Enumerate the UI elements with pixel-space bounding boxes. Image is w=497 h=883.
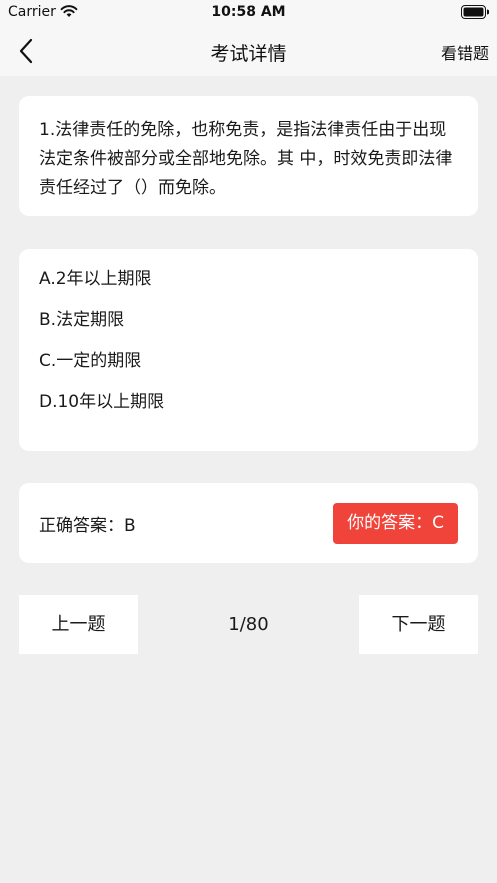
navigation-bar: 考试详情 看错题 xyxy=(0,26,497,76)
option-a[interactable]: A.2年以上期限 xyxy=(39,267,458,291)
battery-icon xyxy=(461,5,489,19)
answer-card: 正确答案：B 你的答案：C xyxy=(19,483,478,563)
next-question-button[interactable]: 下一题 xyxy=(359,595,478,654)
question-text: 1.法律责任的免除，也称免责，是指法律责任由于出现法定条件被部分或全部地免除。其… xyxy=(39,120,453,198)
page-title: 考试详情 xyxy=(210,43,287,65)
question-counter: 1/80 xyxy=(228,614,269,635)
option-d[interactable]: D.10年以上期限 xyxy=(39,390,458,414)
your-answer-badge: 你的答案：C xyxy=(333,503,458,544)
status-bar: Carrier 10:58 AM xyxy=(0,0,497,26)
option-b[interactable]: B.法定期限 xyxy=(39,308,458,332)
clock: 10:58 AM xyxy=(211,4,286,20)
correct-answer-label: 正确答案：B xyxy=(39,516,136,536)
exam-detail-screen: Carrier 10:58 AM 考试详情 看错题 1.法律责任的免除，也称免责… xyxy=(0,0,497,883)
view-wrong-questions-button[interactable]: 看错题 xyxy=(441,40,489,64)
option-c[interactable]: C.一定的期限 xyxy=(39,349,458,373)
options-card: A.2年以上期限 B.法定期限 C.一定的期限 D.10年以上期限 xyxy=(19,249,478,451)
question-card: 1.法律责任的免除，也称免责，是指法律责任由于出现法定条件被部分或全部地免除。其… xyxy=(19,96,478,216)
previous-question-button[interactable]: 上一题 xyxy=(19,595,138,654)
